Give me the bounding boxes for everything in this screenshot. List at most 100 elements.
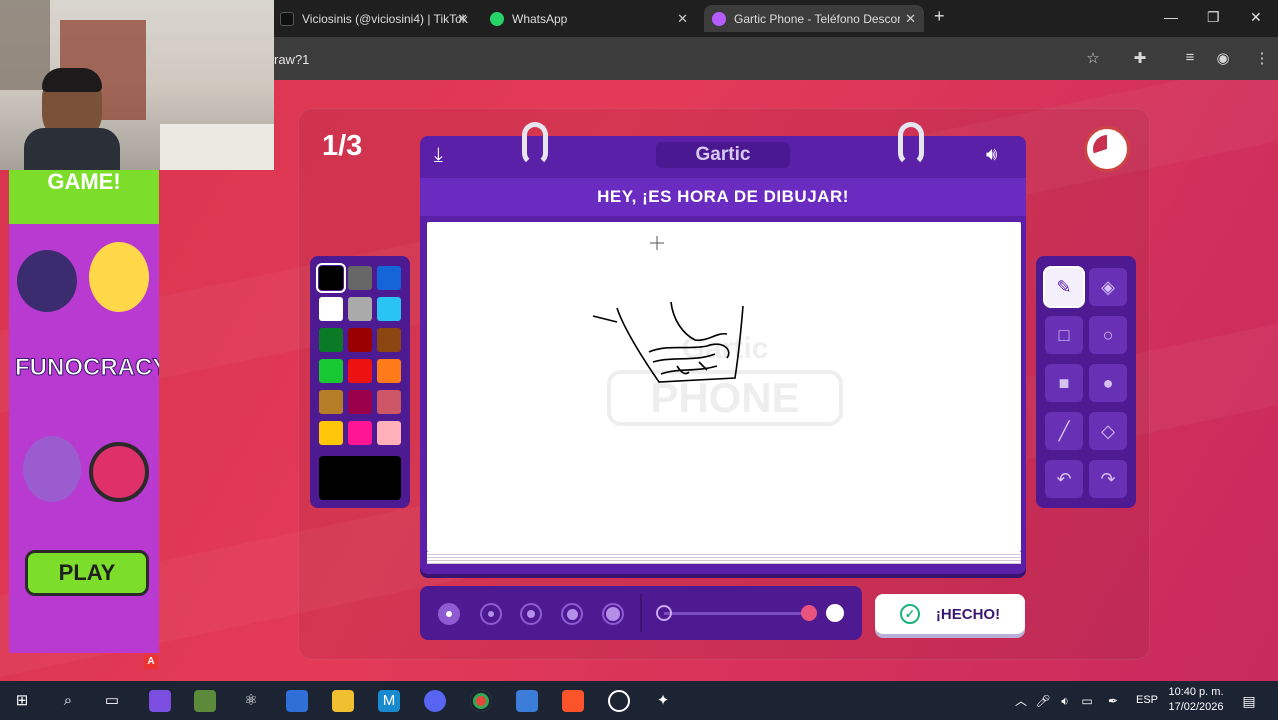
close-icon[interactable]: ✕ (677, 11, 688, 27)
color-swatch[interactable] (348, 421, 372, 445)
store-icon[interactable] (286, 690, 308, 712)
download-icon[interactable]: ⤓ (434, 144, 443, 167)
windows-start-icon[interactable]: ⊞ (11, 690, 33, 712)
task-view-icon[interactable]: ▭ (101, 690, 123, 712)
color-swatch[interactable] (348, 359, 372, 383)
timer-icon (1084, 126, 1130, 172)
chrome-icon[interactable] (470, 690, 492, 712)
person (24, 68, 120, 170)
ad-brand: FUNOCRACY (15, 354, 160, 382)
line-icon[interactable]: ╱ (1045, 412, 1083, 450)
color-swatch[interactable] (377, 421, 401, 445)
blonde-character-icon (89, 242, 149, 312)
circle-outline-icon[interactable]: ○ (1089, 316, 1127, 354)
pencil-icon[interactable]: ✎ (1045, 268, 1083, 306)
thumbs-up-icon (17, 250, 77, 312)
side-advertisement[interactable]: GAME! FUNOCRACY PLAY (9, 170, 159, 653)
tab-label: WhatsApp (512, 11, 568, 26)
tiktok-icon (280, 11, 294, 26)
close-icon[interactable]: ✕ (457, 11, 468, 27)
color-swatch[interactable] (348, 328, 372, 352)
phone-icon (712, 11, 726, 26)
color-swatch[interactable] (377, 328, 401, 352)
done-button[interactable]: ✓ ¡HECHO! (875, 594, 1025, 634)
microphone-icon[interactable]: 🎤︎ (1032, 690, 1054, 712)
media-icon[interactable]: ≡ (1180, 49, 1200, 69)
brush-size-2[interactable] (480, 603, 502, 625)
url-field[interactable]: raw?1 (274, 52, 309, 67)
copilot-icon[interactable] (149, 690, 171, 712)
color-swatch[interactable] (316, 263, 346, 293)
user-drawing (592, 236, 744, 383)
brush-size-1[interactable] (438, 603, 460, 625)
network-icon[interactable]: ▭ (1076, 690, 1098, 712)
brave-icon[interactable] (562, 690, 584, 712)
app-icon[interactable]: ✦ (652, 690, 674, 712)
color-swatch[interactable] (377, 297, 401, 321)
chevron-up-icon[interactable]: ︿ (1010, 690, 1032, 712)
extensions-icon[interactable]: ✚ (1130, 49, 1150, 69)
color-swatch[interactable] (319, 297, 343, 321)
close-icon[interactable]: ✕ (905, 11, 916, 27)
tab-gartic[interactable]: Gartic Phone - Teléfono Descon ✕ (704, 5, 924, 32)
notification-icon[interactable]: ▤ (1238, 690, 1260, 712)
color-swatch[interactable] (319, 328, 343, 352)
tab-tiktok[interactable]: Viciosinis (@viciosini4) | TikTok ✕ (272, 5, 476, 32)
undo-icon[interactable]: ↶ (1045, 460, 1083, 498)
obs-icon[interactable] (608, 690, 630, 712)
bucket-icon[interactable]: ◇ (1089, 412, 1127, 450)
brush-size-3[interactable] (520, 603, 542, 625)
color-swatch[interactable] (319, 390, 343, 414)
drawing-canvas[interactable]: Gartic PHONE (427, 222, 1021, 552)
windows-taskbar: ⊞ ⌕ ▭ ⚛ M ✦ ︿ 🎤︎ 🔉︎ ▭ ✒ ▤ (0, 681, 1278, 720)
color-swatch[interactable] (348, 266, 372, 290)
color-swatch[interactable] (319, 359, 343, 383)
minimize-icon[interactable]: — (1164, 9, 1178, 25)
sound-icon[interactable]: 🔊︎ (986, 144, 997, 165)
bookmark-star-icon[interactable]: ☆ (1083, 49, 1103, 69)
clock-time: 10:40 p. m. (1168, 686, 1224, 698)
react-icon[interactable]: ⚛ (240, 690, 262, 712)
restore-icon[interactable]: ❐ (1207, 9, 1220, 26)
rect-outline-icon[interactable]: □ (1045, 316, 1083, 354)
brush-size-4[interactable] (561, 603, 583, 625)
brush-size-5[interactable] (602, 603, 624, 625)
check-icon: ✓ (899, 604, 920, 624)
m-app-icon[interactable]: M (378, 690, 400, 712)
tab-whatsapp[interactable]: WhatsApp ✕ (482, 5, 696, 32)
color-swatch[interactable] (348, 390, 372, 414)
color-swatch[interactable] (348, 297, 372, 321)
ad-play-button[interactable]: PLAY (25, 550, 149, 596)
round-counter: 1/3 (322, 130, 363, 162)
volume-icon[interactable]: 🔉︎ (1054, 690, 1076, 712)
discord-icon[interactable] (424, 690, 446, 712)
whatsapp-icon (490, 11, 504, 26)
tool-panel: ✎ ◈ □ ○ ■ ● ╱ ◇ ↶ ↷ (1036, 256, 1136, 508)
tab-label: Viciosinis (@viciosini4) | TikTok (302, 11, 468, 26)
opacity-handle[interactable] (801, 605, 817, 621)
eraser-icon[interactable]: ◈ (1089, 268, 1127, 306)
opacity-max-icon (826, 604, 844, 622)
ring-icon (898, 122, 924, 166)
close-window-icon[interactable]: ✕ (1250, 9, 1262, 26)
menu-icon[interactable]: ⋮ (1252, 49, 1272, 69)
language-indicator[interactable]: ESP (1136, 694, 1158, 706)
color-swatch[interactable] (319, 421, 343, 445)
opacity-slider[interactable] (664, 612, 808, 615)
file-explorer-icon[interactable] (332, 690, 354, 712)
pen-icon[interactable]: ✒ (1102, 690, 1124, 712)
search-icon[interactable]: ⌕ (57, 690, 79, 712)
redo-icon[interactable]: ↷ (1089, 460, 1127, 498)
instruction-banner: HEY, ¡ES HORA DE DIBUJAR! (420, 178, 1026, 216)
rect-fill-icon[interactable]: ■ (1045, 364, 1083, 402)
color-swatch[interactable] (377, 390, 401, 414)
color-swatch[interactable] (377, 359, 401, 383)
profile-icon[interactable]: ◉ (1213, 49, 1233, 69)
ad-choices-badge[interactable]: A (144, 655, 158, 669)
color-swatch[interactable] (377, 266, 401, 290)
taskbar-clock[interactable]: 10:40 p. m. 17/02/2026 (1166, 685, 1226, 715)
circle-fill-icon[interactable]: ● (1089, 364, 1127, 402)
new-tab-button[interactable]: + (934, 6, 945, 27)
minecraft-icon[interactable] (194, 690, 216, 712)
window-app-icon[interactable] (516, 690, 538, 712)
